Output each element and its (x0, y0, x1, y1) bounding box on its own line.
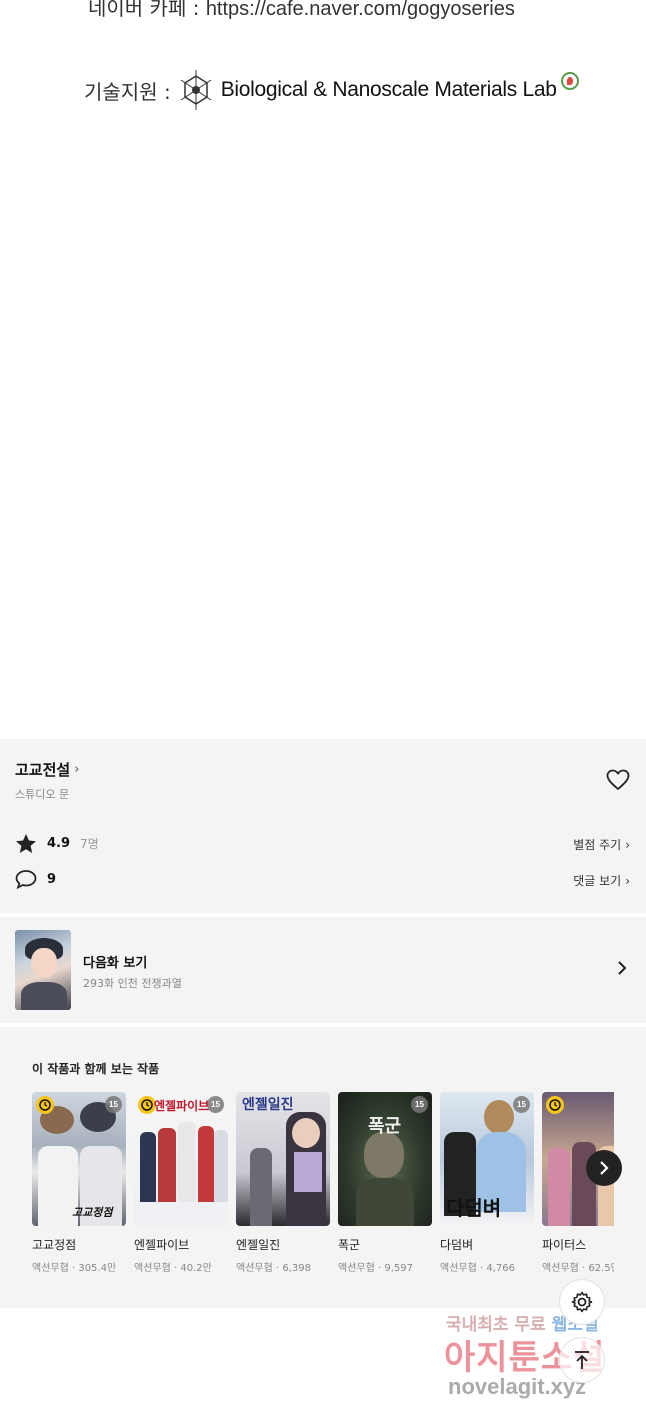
chevron-right-icon (618, 961, 627, 975)
lab-badge-icon (560, 72, 579, 90)
tech-support-credit: 기술지원 : Biological & Nanoscale Materials … (84, 70, 579, 110)
card-title: 다덤벼 (440, 1238, 474, 1252)
card-cover: 엔젤일진 (236, 1092, 330, 1226)
card-title: 파이터스 (542, 1238, 587, 1252)
watermark-line3: novelagit.xyz (448, 1374, 587, 1399)
rating-row: 4.9 7명 (15, 833, 99, 854)
cover-title-art: 고교정점 (72, 1206, 113, 1219)
scroll-top-button[interactable] (559, 1337, 605, 1383)
view-comments-button[interactable]: 댓글 보기 › (573, 872, 630, 889)
heart-icon[interactable] (606, 769, 630, 791)
settings-icon (571, 1291, 593, 1313)
cafe-url: https://cafe.naver.com/gogyoseries (205, 0, 515, 20)
series-author: 스튜디오 문 (15, 788, 70, 801)
rating-value: 4.9 (47, 836, 71, 851)
card-meta: 액션무협 · 9,597 (338, 1263, 413, 1274)
recommendations-carousel: 15 고교정점 고교정점 액션무협 · 305.4만 15 엔젤파이브 엔젤파이… (32, 1092, 614, 1292)
recommendation-card[interactable]: 15 고교정점 고교정점 액션무협 · 305.4만 (32, 1092, 126, 1274)
carousel-next-button[interactable] (586, 1150, 622, 1186)
settings-button[interactable] (559, 1279, 605, 1325)
card-meta: 액션무협 · 40.2만 (134, 1263, 212, 1274)
support-label: 기술지원 : (84, 79, 171, 104)
lab-name: Biological & Nanoscale Materials Lab (220, 78, 557, 101)
age-rating-badge: 15 (513, 1096, 530, 1113)
arrow-up-icon (575, 1351, 589, 1369)
series-info-panel: 고교전설 › 스튜디오 문 4.9 7명 별점 주기 › 9 댓글 보기 › (0, 739, 646, 913)
cover-title-art: 엔젤파이브 (154, 1099, 210, 1113)
chevron-right-icon (600, 1161, 609, 1175)
next-episode-subtitle: 293화 인천 전쟁과열 (83, 977, 182, 990)
comments-label: 댓글 보기 (573, 874, 622, 888)
cover-title-art: 엔젤일진 (242, 1097, 294, 1113)
rate-button[interactable]: 별점 주기 › (573, 836, 630, 853)
comment-row: 9 (15, 869, 56, 889)
cafe-label: 네이버 카페 : (88, 0, 200, 20)
rate-label: 별점 주기 (573, 838, 622, 852)
clock-icon (546, 1096, 564, 1114)
chevron-right-icon: › (625, 873, 630, 888)
cover-title-art: 폭군 (368, 1116, 402, 1137)
lab-logo-icon (180, 70, 211, 110)
age-rating-badge: 15 (411, 1096, 428, 1113)
card-cover: 15 고교정점 (32, 1092, 126, 1226)
comment-count: 9 (47, 871, 57, 887)
card-cover: 15 폭군 (338, 1092, 432, 1226)
card-meta: 액션무협 · 62.5만 (542, 1263, 614, 1274)
card-cover: 15 엔젤파이브 (134, 1092, 228, 1226)
card-title: 폭군 (338, 1238, 361, 1252)
card-title: 고교정점 (32, 1238, 77, 1252)
clock-icon (36, 1096, 54, 1114)
next-episode-card[interactable]: 다음화 보기 293화 인천 전쟁과열 (0, 917, 646, 1023)
card-title: 엔젤파이브 (134, 1238, 190, 1252)
next-episode-title: 다음화 보기 (83, 956, 148, 971)
recommendation-card[interactable]: 15 폭군 폭군 액션무협 · 9,597 (338, 1092, 432, 1274)
recommendations-section: 이 작품과 함께 보는 작품 15 고교정점 고교정점 액션무협 · 305.4… (0, 1027, 646, 1308)
recommendation-card[interactable]: 15 다덤벼 다덤벼 액션무협 · 4,766 (440, 1092, 534, 1274)
card-meta: 액션무협 · 4,766 (440, 1263, 515, 1274)
star-icon (16, 834, 36, 853)
card-meta: 액션무협 · 6,398 (236, 1263, 311, 1274)
rating-count: 7명 (80, 837, 99, 851)
comment-icon (15, 870, 37, 889)
chevron-right-icon: › (625, 837, 630, 852)
next-episode-thumbnail (15, 930, 71, 1010)
cafe-credit: 네이버 카페 : https://cafe.naver.com/gogyoser… (88, 0, 515, 21)
cover-title-art: 다덤벼 (446, 1196, 502, 1220)
chevron-right-icon: › (74, 762, 80, 777)
age-rating-badge: 15 (105, 1096, 122, 1113)
series-title-link[interactable]: 고교전설 › (15, 759, 79, 780)
recommendation-card[interactable]: 15 엔젤파이브 엔젤파이브 액션무협 · 40.2만 (134, 1092, 228, 1274)
series-title: 고교전설 (15, 761, 71, 779)
card-meta: 액션무협 · 305.4만 (32, 1263, 117, 1274)
card-title: 엔젤일진 (236, 1238, 281, 1252)
age-rating-badge: 15 (207, 1096, 224, 1113)
recommendations-heading: 이 작품과 함께 보는 작품 (32, 1062, 160, 1076)
recommendation-card[interactable]: 엔젤일진 엔젤일진 액션무협 · 6,398 (236, 1092, 330, 1274)
card-cover: 15 다덤벼 (440, 1092, 534, 1226)
